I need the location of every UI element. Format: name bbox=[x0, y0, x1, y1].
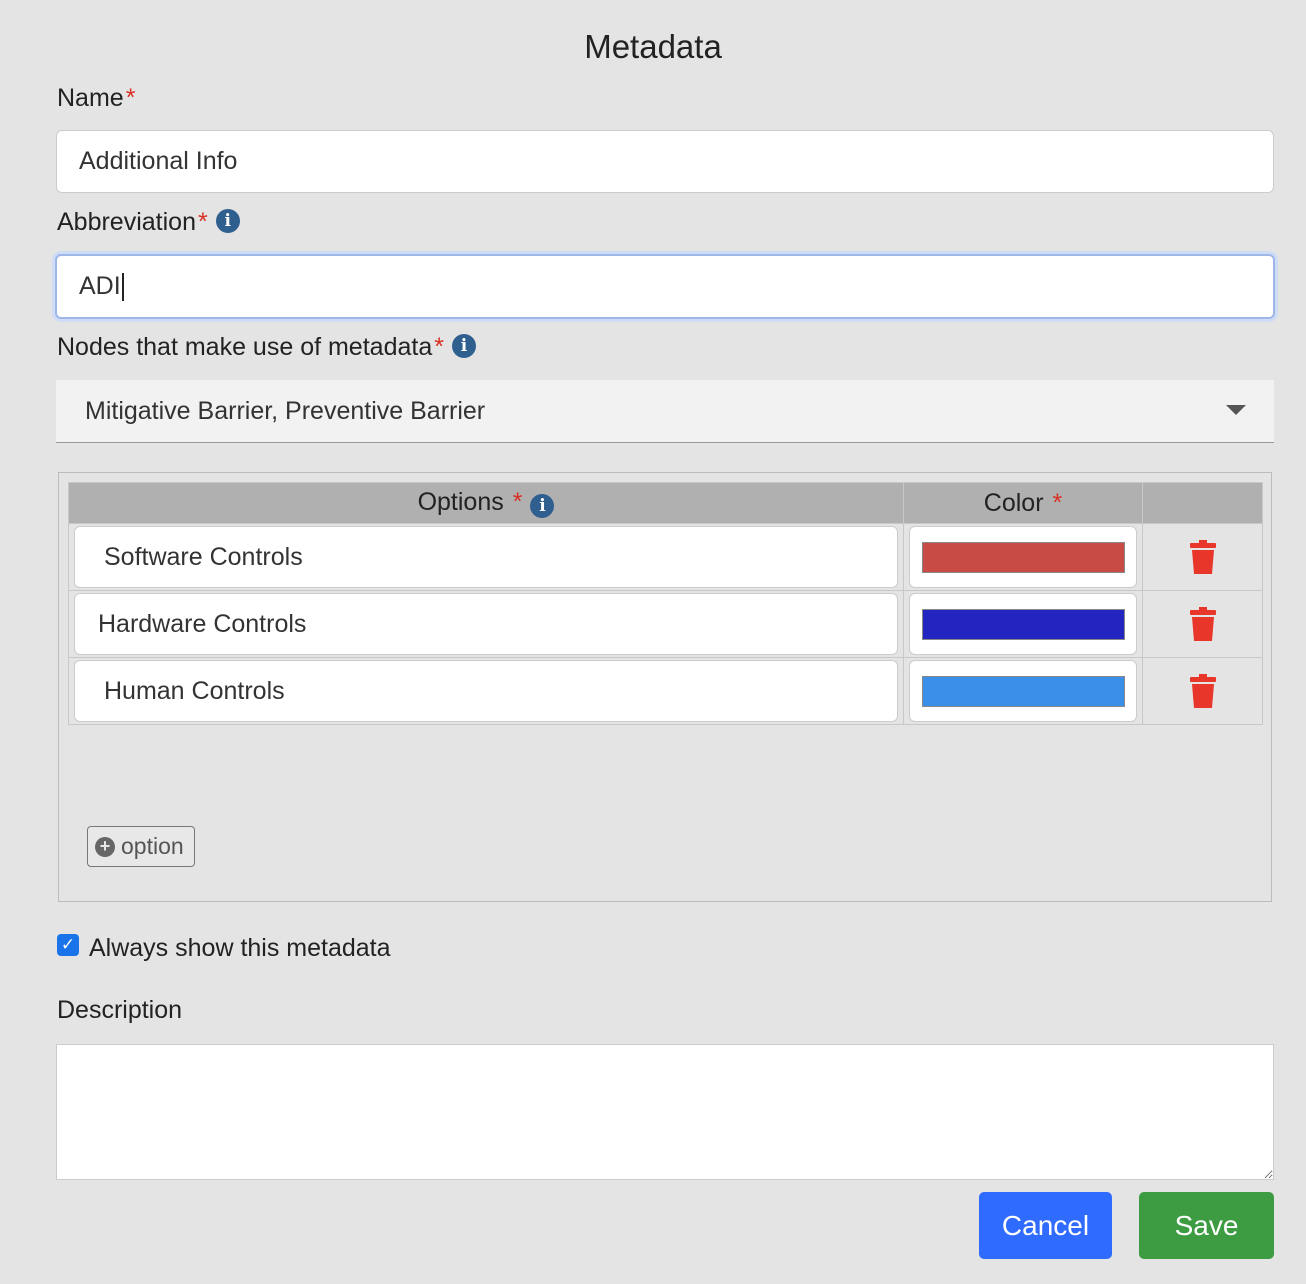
options-table-header: Options * i Color * bbox=[68, 482, 1263, 524]
option-input[interactable]: Hardware Controls bbox=[74, 593, 898, 655]
name-input[interactable]: Additional Info bbox=[56, 130, 1274, 193]
option-input-value: Human Controls bbox=[104, 676, 285, 705]
trash-icon[interactable] bbox=[1189, 540, 1216, 574]
name-label-text: Name bbox=[57, 84, 124, 112]
add-option-label: option bbox=[121, 833, 184, 859]
color-cell bbox=[903, 657, 1143, 725]
option-input[interactable]: Software Controls bbox=[74, 526, 898, 588]
required-mark: * bbox=[512, 488, 523, 516]
save-button[interactable]: Save bbox=[1139, 1192, 1274, 1259]
option-cell: Software Controls bbox=[68, 523, 904, 591]
required-mark: * bbox=[1052, 488, 1063, 517]
abbreviation-label-text: Abbreviation bbox=[57, 208, 196, 236]
text-caret bbox=[121, 272, 124, 301]
options-panel: Options * i Color * Software Controls Har… bbox=[58, 472, 1272, 902]
save-button-label: Save bbox=[1174, 1209, 1239, 1241]
delete-cell bbox=[1142, 590, 1263, 658]
table-row: Hardware Controls bbox=[68, 590, 1263, 658]
option-input-value: Hardware Controls bbox=[98, 609, 307, 638]
table-row: Software Controls bbox=[68, 523, 1263, 591]
color-picker[interactable] bbox=[909, 660, 1137, 722]
option-cell: Hardware Controls bbox=[68, 590, 904, 658]
trash-icon[interactable] bbox=[1189, 674, 1216, 708]
plus-circle-icon: + bbox=[95, 836, 115, 857]
description-textarea[interactable] bbox=[56, 1044, 1274, 1180]
always-show-label[interactable]: Always show this metadata bbox=[89, 934, 391, 963]
table-row: Human Controls bbox=[68, 657, 1263, 725]
abbreviation-label: Abbreviation* i bbox=[57, 208, 240, 237]
name-label: Name* bbox=[57, 84, 135, 113]
required-mark: * bbox=[125, 84, 136, 112]
option-input-value: Software Controls bbox=[104, 542, 303, 571]
nodes-label: Nodes that make use of metadata* i bbox=[57, 333, 476, 362]
color-picker[interactable] bbox=[909, 526, 1137, 588]
required-mark: * bbox=[434, 333, 444, 361]
color-cell bbox=[903, 590, 1143, 658]
info-icon[interactable]: i bbox=[451, 334, 476, 358]
nodes-select-value: Mitigative Barrier, Preventive Barrier bbox=[85, 396, 486, 425]
color-swatch bbox=[921, 608, 1125, 640]
abbreviation-input-value: ADI bbox=[79, 272, 121, 300]
color-picker[interactable] bbox=[909, 593, 1137, 655]
options-table: Options * i Color * Software Controls Har… bbox=[68, 482, 1263, 725]
color-header-text: Color bbox=[983, 488, 1044, 517]
always-show-checkbox[interactable]: ✓ bbox=[57, 934, 79, 956]
cancel-button[interactable]: Cancel bbox=[979, 1192, 1112, 1259]
nodes-select[interactable]: Mitigative Barrier, Preventive Barrier bbox=[56, 380, 1274, 443]
actions-header bbox=[1142, 482, 1263, 524]
nodes-label-text: Nodes that make use of metadata bbox=[57, 333, 433, 361]
name-input-value: Additional Info bbox=[79, 147, 238, 175]
option-cell: Human Controls bbox=[68, 657, 904, 725]
dialog-title: Metadata bbox=[584, 28, 722, 65]
color-header: Color * bbox=[903, 482, 1143, 524]
chevron-down-icon[interactable] bbox=[1226, 405, 1246, 415]
add-option-button[interactable]: + option bbox=[87, 826, 195, 867]
description-label: Description bbox=[57, 996, 183, 1024]
info-icon[interactable]: i bbox=[215, 209, 240, 233]
color-swatch bbox=[921, 675, 1125, 707]
option-input[interactable]: Human Controls bbox=[74, 660, 898, 722]
trash-icon[interactable] bbox=[1189, 607, 1216, 641]
cancel-button-label: Cancel bbox=[1001, 1209, 1090, 1241]
required-mark: * bbox=[197, 208, 208, 236]
delete-cell bbox=[1142, 523, 1263, 591]
options-header: Options * i bbox=[68, 482, 904, 524]
abbreviation-input[interactable]: ADI bbox=[55, 254, 1275, 319]
color-cell bbox=[903, 523, 1143, 591]
color-swatch bbox=[921, 541, 1125, 573]
delete-cell bbox=[1142, 657, 1263, 725]
info-icon[interactable]: i bbox=[530, 494, 555, 518]
options-header-text: Options bbox=[417, 488, 504, 516]
